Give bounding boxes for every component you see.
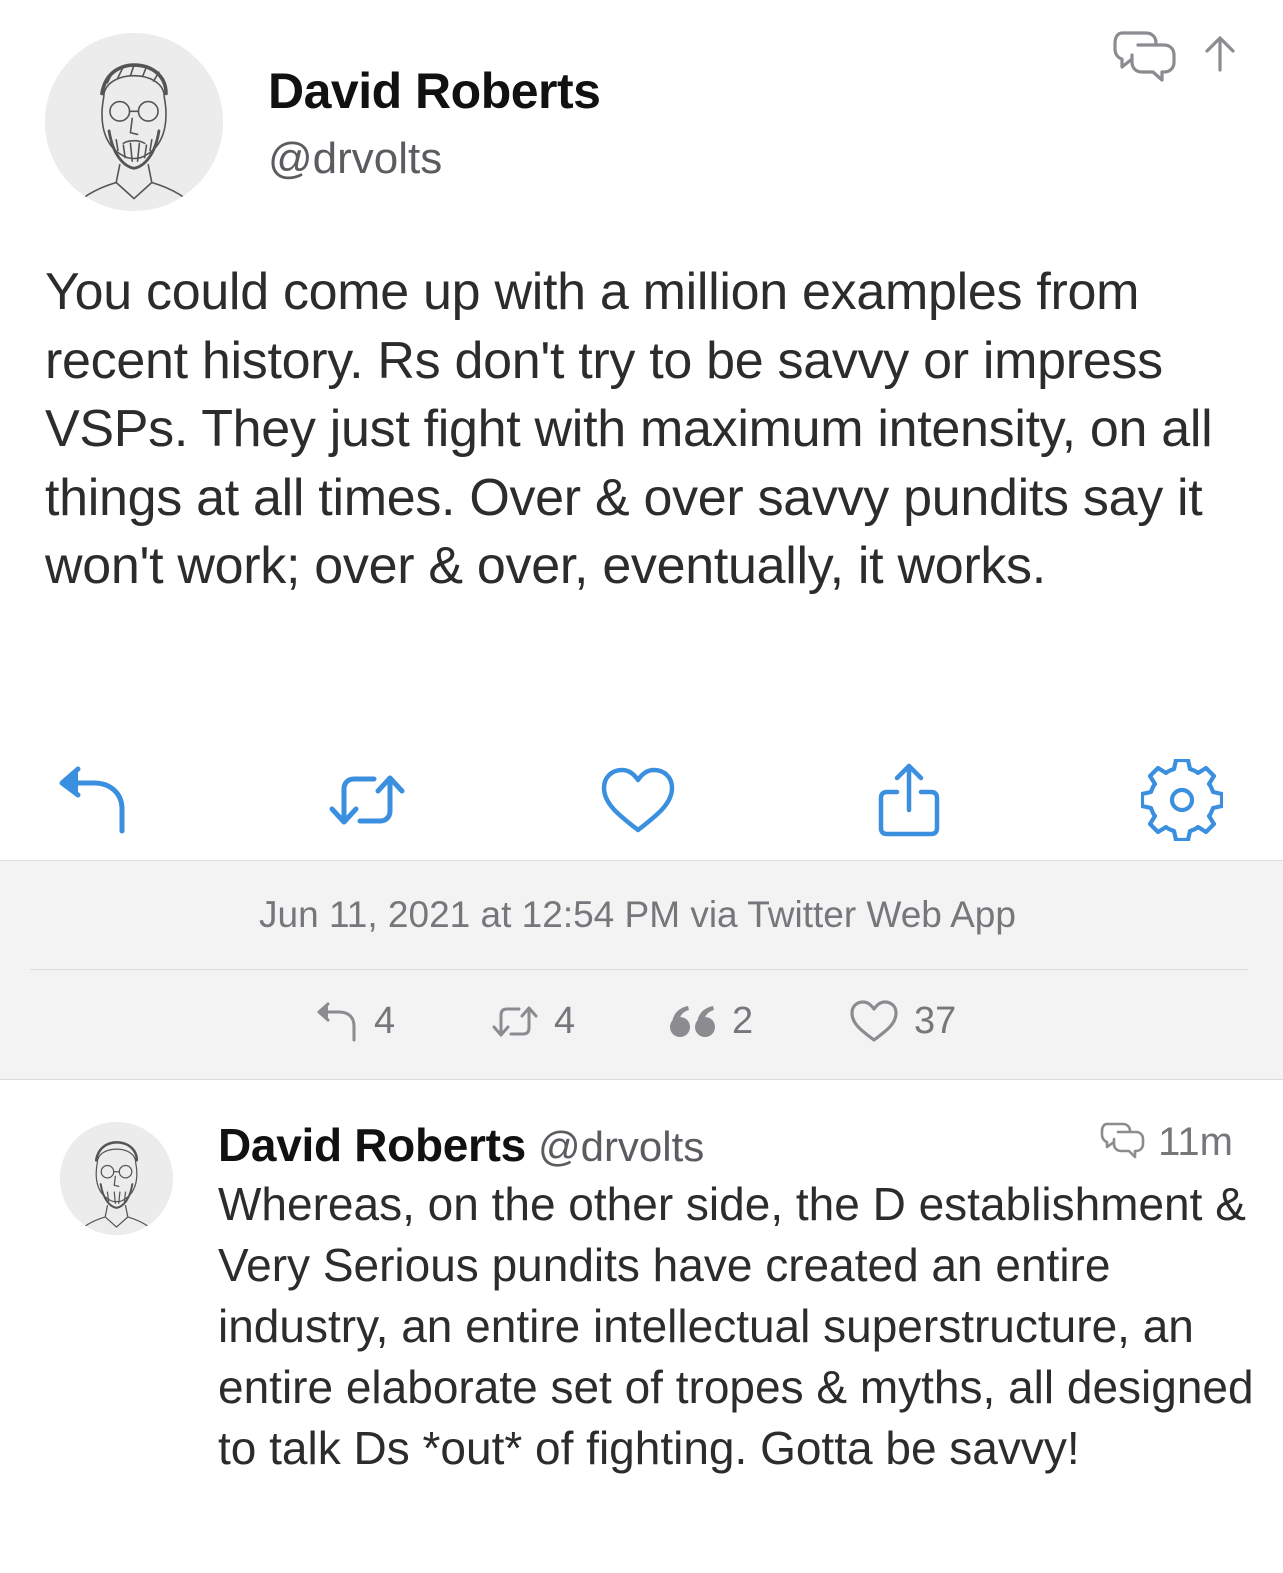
reply-conversation-icon[interactable] <box>1100 1120 1148 1165</box>
quote-count: 2 <box>732 999 754 1042</box>
reply-author-handle[interactable]: @drvolts <box>538 1123 704 1170</box>
tweet-detail-screen: David Roberts @drvolts You could come up… <box>0 0 1283 1573</box>
avatar-sketch-image <box>45 33 223 211</box>
reply-time: 11m <box>1158 1120 1233 1164</box>
retweet-button[interactable] <box>322 755 412 845</box>
tweet-stats: 4 4 2 37 <box>0 991 1283 1051</box>
retweet-icon <box>329 775 405 825</box>
meta-divider <box>30 969 1248 970</box>
quote-count-stat[interactable]: 2 <box>668 991 753 1051</box>
like-count-heart-icon <box>848 998 900 1044</box>
avatar-sketch-image <box>60 1122 173 1235</box>
reply-author-avatar[interactable] <box>60 1122 173 1235</box>
quote-marks-icon <box>668 1003 718 1039</box>
reply-author-display-name[interactable]: David Roberts <box>218 1119 526 1171</box>
like-heart-icon <box>601 767 675 833</box>
reply-text: Whereas, on the other side, the D establ… <box>218 1178 1254 1474</box>
reply-meta: 11m <box>1100 1120 1233 1165</box>
author-handle[interactable]: @drvolts <box>268 134 442 184</box>
reply-count: 4 <box>374 999 396 1042</box>
reply-icon <box>59 766 125 834</box>
share-icon <box>878 763 940 837</box>
like-count-stat[interactable]: 37 <box>848 991 956 1051</box>
reply-count-stat[interactable]: 4 <box>314 991 395 1051</box>
header-actions <box>1112 28 1242 88</box>
share-button[interactable] <box>864 755 954 845</box>
author-display-name[interactable]: David Roberts <box>268 62 601 120</box>
reply-count-icon <box>314 1000 360 1042</box>
tweet-action-bar <box>0 755 1283 845</box>
retweet-count-icon <box>490 1001 540 1041</box>
retweet-count: 4 <box>554 999 576 1042</box>
settings-button[interactable] <box>1137 755 1227 845</box>
scroll-up-arrow-icon[interactable] <box>1200 34 1240 74</box>
tweet-meta-panel: Jun 11, 2021 at 12:54 PM via Twitter Web… <box>0 860 1283 1080</box>
retweet-count-stat[interactable]: 4 <box>490 991 575 1051</box>
reply-header: David Roberts @drvolts <box>218 1118 704 1172</box>
settings-gear-icon <box>1141 759 1223 841</box>
tweet-timestamp: Jun 11, 2021 at 12:54 PM via Twitter Web… <box>259 894 1016 935</box>
reply-button[interactable] <box>48 755 138 845</box>
like-count: 37 <box>914 999 957 1042</box>
conversation-icon[interactable] <box>1112 28 1182 86</box>
tweet-text: You could come up with a million example… <box>45 263 1213 595</box>
like-button[interactable] <box>593 755 683 845</box>
author-avatar[interactable] <box>45 33 223 211</box>
